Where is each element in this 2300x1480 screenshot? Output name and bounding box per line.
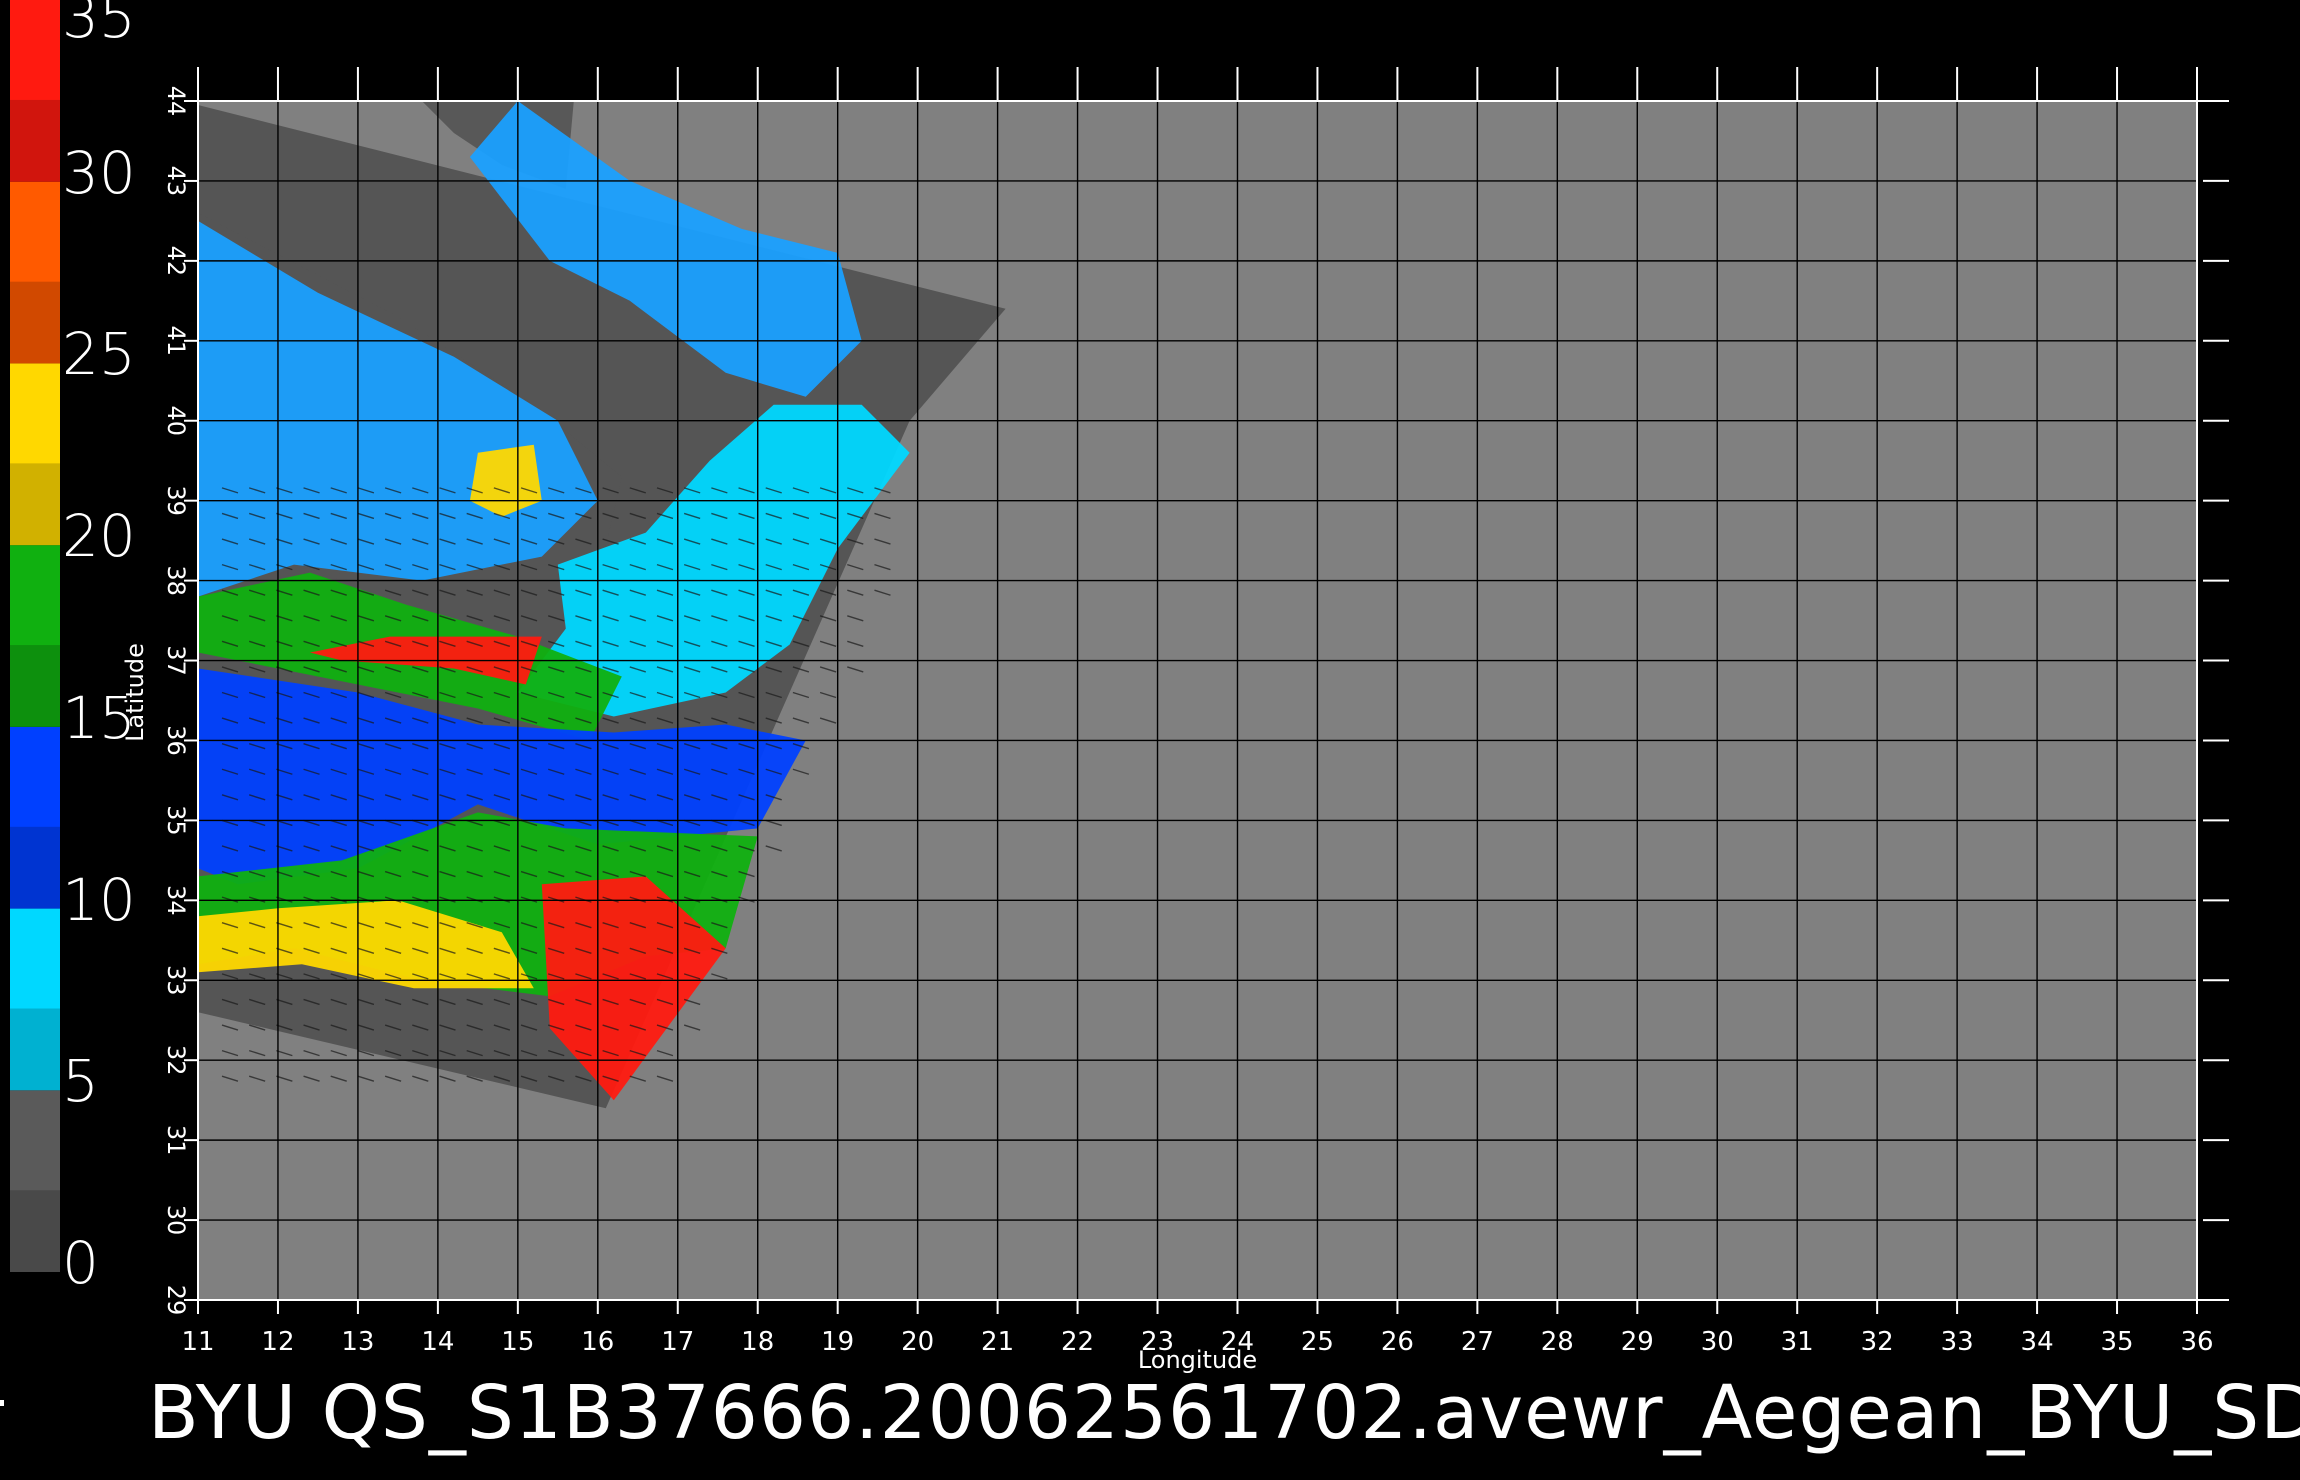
x-tick-label: 22 xyxy=(1061,1327,1094,1357)
map-caption: BYU QS_S1B37666.20062561702.avewr_Aegean… xyxy=(148,1370,2300,1456)
y-tick-label: 29 xyxy=(162,1285,190,1316)
x-tick-label: 11 xyxy=(181,1327,214,1357)
x-tick-label: 27 xyxy=(1461,1327,1494,1357)
y-axis-label: Latitude xyxy=(121,643,149,742)
x-tick-label: 21 xyxy=(981,1327,1014,1357)
x-tick-label: 28 xyxy=(1541,1327,1574,1357)
x-tick-label: 13 xyxy=(341,1327,374,1357)
edge-mark xyxy=(0,1400,4,1406)
x-tick-label: 33 xyxy=(1941,1327,1974,1357)
x-tick-label: 25 xyxy=(1301,1327,1334,1357)
x-tick-label: 36 xyxy=(2180,1327,2213,1357)
y-tick-label: 40 xyxy=(162,405,190,436)
y-tick-label: 43 xyxy=(162,166,190,197)
x-tick-label: 26 xyxy=(1381,1327,1414,1357)
x-tick-label: 20 xyxy=(901,1327,934,1357)
y-tick-label: 36 xyxy=(162,725,190,756)
y-tick-label: 35 xyxy=(162,805,190,836)
y-tick-label: 34 xyxy=(162,885,190,916)
y-tick-label: 30 xyxy=(162,1205,190,1236)
y-tick-label: 37 xyxy=(162,645,190,676)
x-tick-label: 15 xyxy=(501,1327,534,1357)
x-tick-label: 29 xyxy=(1621,1327,1654,1357)
y-tick-label: 38 xyxy=(162,565,190,596)
scatterometer-wind-map: 35 30 25 20 15 10 5 0 11 12 13 14 15 16 17 18 19 20 21 22 2… xyxy=(0,0,2300,1480)
x-tick-label: 14 xyxy=(421,1327,454,1357)
x-tick-label: 32 xyxy=(1861,1327,1894,1357)
x-tick-label: 12 xyxy=(261,1327,294,1357)
y-tick-label: 32 xyxy=(162,1045,190,1076)
x-tick-label: 31 xyxy=(1781,1327,1814,1357)
x-tick-label: 30 xyxy=(1701,1327,1734,1357)
y-tick-label: 39 xyxy=(162,485,190,516)
x-tick-label: 34 xyxy=(2021,1327,2054,1357)
x-tick-label: 16 xyxy=(581,1327,614,1357)
map-plot: 11 12 13 14 15 16 17 18 19 20 21 22 23 24 25 26 27 28 29 30… xyxy=(121,67,2229,1374)
y-tick-label: 41 xyxy=(162,326,190,357)
x-tick-label: 19 xyxy=(821,1327,854,1357)
y-tick-label: 42 xyxy=(162,246,190,277)
y-tick-label: 31 xyxy=(162,1125,190,1156)
x-tick-label: 18 xyxy=(741,1327,774,1357)
y-tick-label: 33 xyxy=(162,965,190,996)
x-tick-label: 35 xyxy=(2100,1327,2133,1357)
y-tick-label: 44 xyxy=(162,86,190,117)
x-tick-label: 17 xyxy=(661,1327,694,1357)
